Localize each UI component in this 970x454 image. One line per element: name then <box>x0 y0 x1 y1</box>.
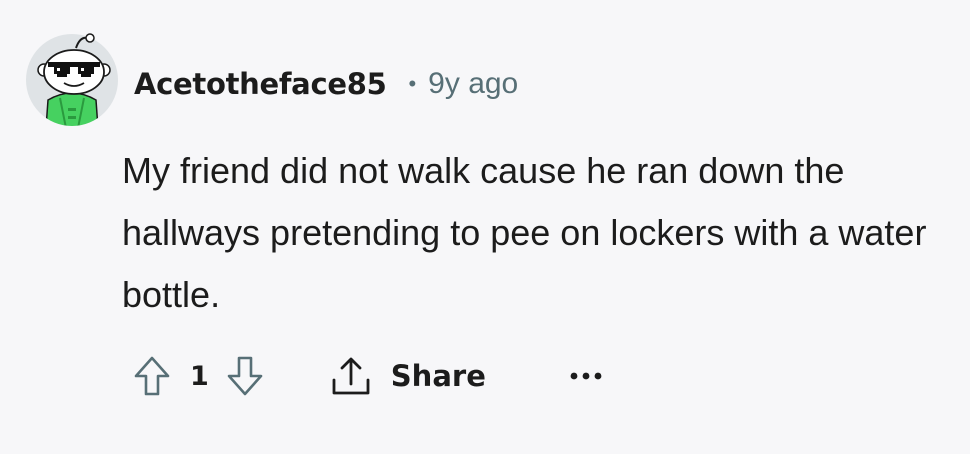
comment-action-bar: 1 Share <box>130 350 606 402</box>
share-icon-wrap <box>329 352 373 400</box>
share-icon <box>332 357 370 395</box>
comment: Acetotheface85 • 9y ago My friend did no… <box>0 0 970 454</box>
username-link[interactable]: Acetotheface85 <box>134 67 387 101</box>
upvote-button[interactable] <box>130 352 174 400</box>
share-label: Share <box>390 359 486 393</box>
snoo-avatar-icon <box>26 33 118 126</box>
meta-separator: • <box>408 71 417 96</box>
more-options-icon <box>570 372 602 380</box>
downvote-button[interactable] <box>223 352 267 400</box>
comment-meta: Acetotheface85 • 9y ago <box>134 62 518 106</box>
more-options-button[interactable] <box>566 352 606 400</box>
comment-body: My friend did not walk cause he ran down… <box>122 150 927 315</box>
downvote-arrow-icon <box>227 356 263 396</box>
timestamp[interactable]: 9y ago <box>428 67 518 101</box>
vote-score: 1 <box>190 360 209 392</box>
user-avatar[interactable] <box>24 28 120 128</box>
share-button[interactable]: Share <box>329 352 486 400</box>
upvote-arrow-icon <box>134 356 170 396</box>
